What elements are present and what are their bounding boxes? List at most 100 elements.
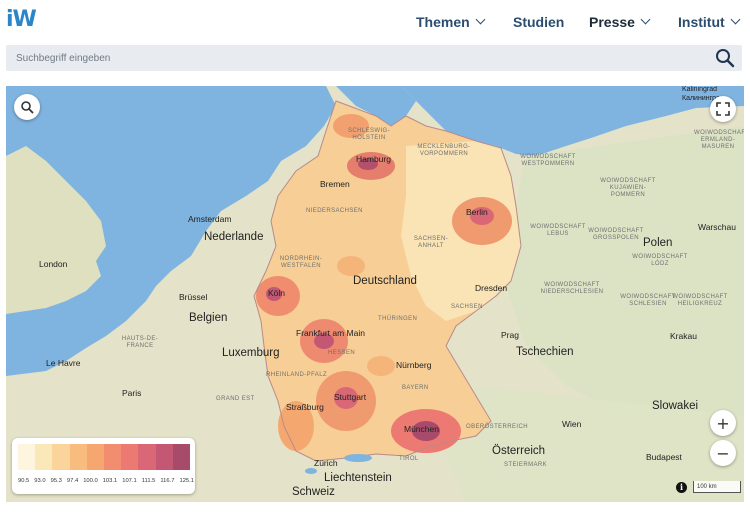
nav-themen-label: Themen	[416, 14, 470, 30]
scale-bar: 100 km	[693, 481, 741, 493]
legend-swatch	[69, 444, 87, 470]
label-region-ns: NIEDERSACHSEN	[306, 208, 363, 214]
label-region-sn: SACHSEN	[451, 304, 483, 310]
zoom-out-button[interactable]: −	[710, 440, 736, 466]
label-bremen: Bremen	[320, 179, 350, 189]
label-muenchen: München	[404, 424, 439, 434]
map-legend: 90.5 93.0 95.3 97.4 100.0 103.1 107.1 111.5 116.…	[12, 438, 195, 494]
legend-value: 90.5	[18, 478, 30, 484]
label-le-havre: Le Havre	[46, 358, 81, 368]
label-region-nrw: NORDRHEIN-WESTFALEN	[279, 256, 323, 269]
legend-swatch	[35, 444, 53, 470]
legend-value: 111.5	[141, 478, 156, 484]
label-region-sh: SCHLESWIG-HOLSTEIN	[347, 128, 390, 141]
label-region-stmk: STEIERMARK	[504, 462, 548, 468]
legend-labels: 90.5 93.0 95.3 97.4 100.0 103.1 107.1 111.5 116.…	[18, 478, 194, 484]
legend-swatch	[86, 444, 105, 470]
label-region-wkp: WOIWODSCHAFT KUJAWIEN-POMMERN	[600, 178, 656, 198]
zoom-in-button[interactable]: +	[710, 410, 736, 436]
search-button[interactable]	[714, 48, 736, 68]
label-stuttgart: Stuttgart	[334, 392, 367, 402]
label-wien: Wien	[562, 419, 582, 429]
chevron-down-icon	[640, 14, 651, 24]
label-paris: Paris	[122, 388, 142, 398]
choropleth-map[interactable]: Deutschland Nederlande Belgien Luxemburg…	[6, 86, 744, 502]
nav-studien[interactable]: Studien	[513, 14, 564, 30]
label-nuernberg: Nürnberg	[396, 360, 432, 370]
label-schweiz: Schweiz	[292, 486, 335, 498]
search-input[interactable]	[6, 45, 706, 71]
label-krakau: Krakau	[670, 331, 697, 341]
legend-value: 95.3	[50, 478, 62, 484]
label-region-wl: WOIWODSCHAFT LEBUS	[530, 224, 586, 237]
label-region-ws: WOIWODSCHAFT SCHLESIEN	[620, 294, 676, 307]
plus-icon: +	[716, 413, 730, 433]
label-koeln: Köln	[268, 288, 286, 298]
label-region-wlodz: WOIWODSCHAFT LÓDZ	[632, 254, 688, 267]
chevron-down-icon	[475, 14, 486, 24]
page-bottom	[0, 502, 750, 521]
legend-value: 107.1	[122, 478, 137, 484]
label-region-wwp: WOIWODSCHAFT WESTPOMMERN	[520, 154, 576, 167]
label-region-wh: WOIWODSCHAFT HEILIGKREUZ	[672, 294, 728, 307]
search-icon	[21, 101, 34, 114]
label-region-wns: WOIWODSCHAFT NIEDERSCHLESIEN	[540, 282, 604, 295]
label-region-mv: MECKLENBURG-VORPOMMERN	[417, 144, 471, 157]
label-budapest: Budapest	[646, 452, 682, 462]
search-bar	[6, 45, 742, 71]
label-zuerich: Zürich	[314, 458, 338, 468]
nav-themen[interactable]: Themen	[416, 14, 486, 30]
label-liechtenstein: Liechtenstein	[324, 472, 392, 484]
legend-value: 93.0	[34, 478, 46, 484]
label-polen: Polen	[643, 237, 673, 249]
label-belgien: Belgien	[189, 312, 228, 324]
legend-value: 103.1	[102, 478, 118, 484]
legend-value: 100.0	[83, 478, 98, 484]
label-hamburg: Hamburg	[356, 154, 391, 164]
nav-presse-label: Presse	[589, 14, 635, 30]
legend-swatch	[104, 444, 122, 470]
label-dresden: Dresden	[475, 283, 508, 293]
legend-swatch	[121, 444, 139, 470]
legend-swatches	[18, 444, 191, 470]
fullscreen-icon	[716, 102, 730, 116]
legend-swatch	[52, 444, 70, 470]
label-bruessel: Brüssel	[179, 292, 208, 302]
label-nederlande: Nederlande	[204, 231, 264, 243]
label-kaliningrad: Kaliningrad	[682, 86, 718, 93]
label-oesterreich: Österreich	[492, 445, 546, 457]
label-region-st: SACHSEN-ANHALT	[413, 236, 449, 249]
chevron-down-icon	[730, 14, 741, 24]
legend-swatch	[155, 444, 173, 470]
nav-presse[interactable]: Presse	[589, 14, 651, 30]
label-berlin: Berlin	[466, 207, 488, 217]
label-frankfurt: Frankfurt am Main	[296, 328, 365, 338]
label-germany: Deutschland	[353, 275, 417, 287]
legend-value: 116.7	[160, 478, 175, 484]
nav-studien-label: Studien	[513, 14, 565, 30]
label-region-hdf: HAUTS-DE-FRANCE	[121, 336, 159, 349]
label-region-th: THÜRINGEN	[378, 316, 418, 322]
label-region-he: HESSEN	[328, 350, 356, 356]
label-london: London	[39, 259, 68, 269]
label-tschechien: Tschechien	[516, 346, 574, 358]
nav-institut-label: Institut	[678, 14, 725, 30]
label-slowakei: Slowakei	[652, 400, 699, 412]
label-region-ooe: OBERÖSTERREICH	[466, 424, 528, 430]
search-icon	[716, 49, 735, 68]
label-strassburg: Straßburg	[286, 402, 324, 412]
legend-value: 125.1	[179, 478, 194, 484]
legend-swatch	[172, 444, 191, 470]
label-region-rp: RHEINLAND-PFALZ	[266, 372, 328, 378]
label-luxemburg: Luxemburg	[222, 347, 280, 359]
label-region-wgp: WOIWODSCHAFT GROSSPOLEN	[588, 228, 644, 241]
logo[interactable]: iW	[6, 7, 37, 32]
minus-icon: −	[716, 443, 730, 463]
info-icon[interactable]: i	[676, 482, 687, 493]
nav-institut[interactable]: Institut	[678, 14, 741, 30]
fullscreen-button[interactable]	[710, 96, 736, 122]
label-warschau: Warschau	[698, 222, 736, 232]
label-region-wem: WOIWODSCHAFT ERMLAND-MASUREN	[694, 130, 744, 150]
label-region-tirol: TIROL	[399, 456, 419, 462]
map-search-button[interactable]	[14, 94, 40, 120]
